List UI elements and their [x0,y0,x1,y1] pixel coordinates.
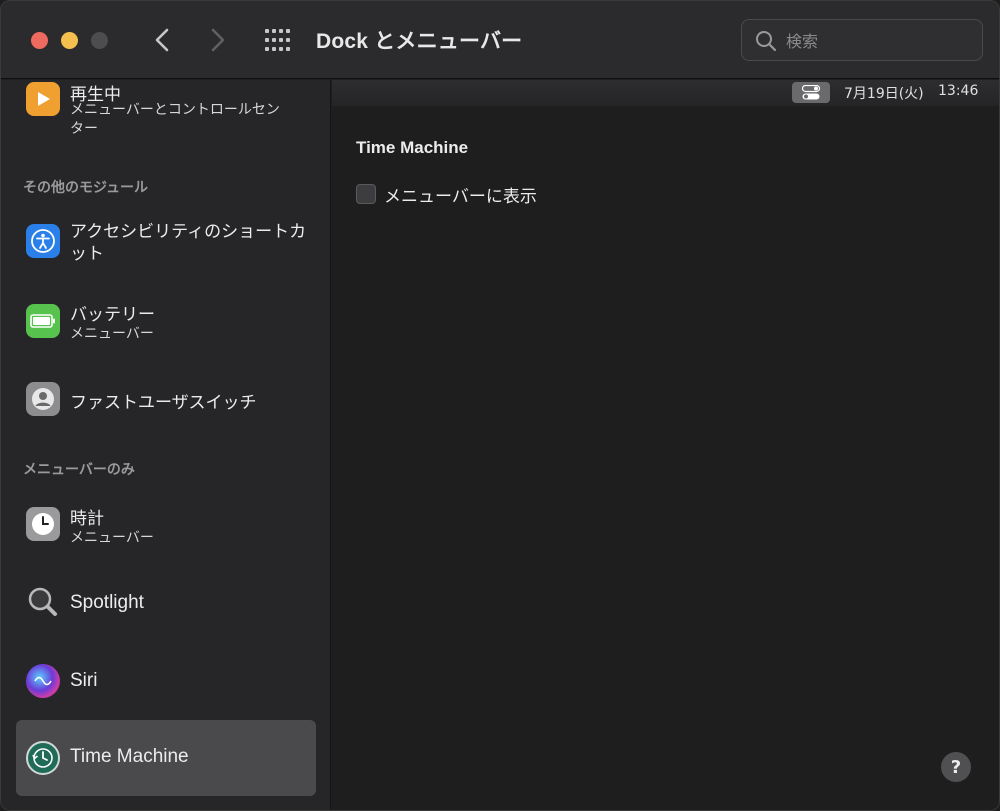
detail-pane: 7月19日(火) 13:46 Time Machine メニューバーに表示 [332,80,999,810]
menubar-preview: 7月19日(火) 13:46 [332,80,999,106]
section-label-other-modules: その他のモジュール [23,180,149,196]
minimize-button[interactable] [61,32,78,49]
sidebar: 再生中 メニューバーとコントロールセンター その他のモジュール アクセシビリティ… [1,80,331,810]
show-in-menubar-label[interactable]: メニューバーに表示 [384,182,537,207]
forward-button[interactable] [203,23,233,57]
sidebar-item-clock[interactable]: 時計 メニューバー [16,500,316,550]
grid-icon [265,29,290,51]
sidebar-item-spotlight[interactable]: Spotlight [16,584,316,624]
control-center-icon [792,82,830,103]
chevron-left-icon [155,28,169,52]
preferences-window: Dock とメニューバー 再生中 メニューバーとコントロールセンター その他のモ… [0,0,1000,811]
sidebar-item-fast-user-switching[interactable]: ファストユーザスイッチ [16,380,316,420]
close-button[interactable] [31,32,48,49]
accessibility-icon [26,224,60,258]
user-switch-icon [26,382,60,416]
chevron-right-icon [211,28,225,52]
sidebar-item-battery[interactable]: バッテリー メニューバー [16,298,316,348]
sidebar-item-time-machine[interactable]: Time Machine [16,720,316,796]
sidebar-item-siri[interactable]: Siri [16,662,316,702]
title-bar: Dock とメニューバー [1,1,999,79]
show-in-menubar-checkbox[interactable] [356,184,376,204]
zoom-button[interactable] [91,32,108,49]
search-field[interactable] [741,19,983,61]
window-title: Dock とメニューバー [316,30,523,53]
menubar-date: 7月19日(火) [844,86,924,102]
battery-icon [26,304,60,338]
siri-icon [26,664,60,698]
sidebar-item-accessibility-shortcut[interactable]: アクセシビリティのショートカット [16,216,316,268]
search-icon [756,31,777,52]
section-label-menubar-only: メニューバーのみ [23,462,135,478]
play-icon [26,82,60,116]
menubar-time: 13:46 [938,83,979,99]
time-machine-icon [26,741,60,775]
sidebar-item-now-playing[interactable]: 再生中 メニューバーとコントロールセンター [16,80,316,144]
show-all-button[interactable] [263,27,295,53]
help-button[interactable]: ? [941,752,971,782]
back-button[interactable] [147,23,177,57]
search-input[interactable] [786,28,972,54]
section-title: Time Machine [356,138,469,157]
spotlight-icon [26,585,60,619]
clock-icon [26,507,60,541]
